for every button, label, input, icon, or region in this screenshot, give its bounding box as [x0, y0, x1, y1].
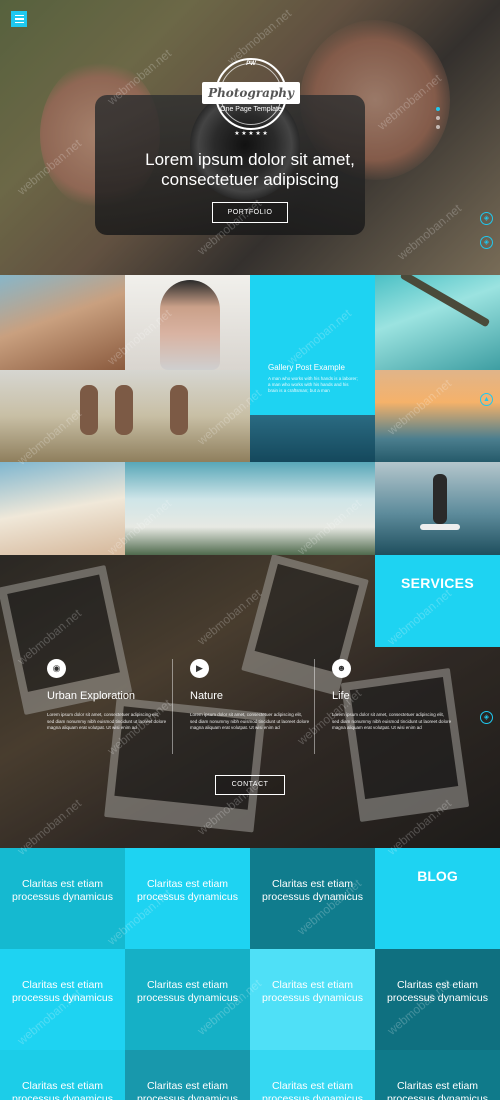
slider-dot[interactable]	[436, 125, 440, 129]
blog-tile[interactable]: Claritas est etiam processus dynamicus	[250, 949, 375, 1050]
blog-tile-text: Claritas est etiam processus dynamicus	[12, 1080, 113, 1100]
hero-headline: Lorem ipsum dolor sit amet, consectetuer…	[0, 150, 500, 190]
gallery-post-text: A man who works with his hands is a labo…	[268, 376, 358, 393]
gallery-photo-sunset[interactable]	[375, 370, 500, 462]
service-text: Lorem ipsum dolor sit amet, consectetuer…	[190, 712, 310, 730]
blog-tile[interactable]: Claritas est etiam processus dynamicus	[125, 848, 250, 949]
slider-dot[interactable]	[436, 107, 440, 111]
gallery-photo-sea-villas[interactable]	[375, 275, 500, 370]
blog-tile[interactable]: Claritas est etiam processus dynamicus	[0, 949, 125, 1050]
divider	[314, 659, 315, 754]
lock-icon[interactable]: ◈	[480, 212, 493, 225]
gallery-photo-surfer[interactable]	[375, 462, 500, 555]
lock-icon-2[interactable]: ◈	[480, 236, 493, 249]
gallery-photo-beach-jump[interactable]	[0, 370, 250, 462]
jumper-figure	[115, 385, 133, 435]
user-icon: ☻	[332, 659, 351, 678]
blog-tile[interactable]: Claritas est etiam processus dynamicus	[0, 1050, 125, 1100]
blog-tile-text: Claritas est etiam processus dynamicus	[387, 1080, 488, 1100]
blog-tile-text: Claritas est etiam processus dynamicus	[262, 878, 363, 903]
blog-tile-text: Claritas est etiam processus dynamicus	[387, 979, 488, 1004]
camera-icon: ◉	[47, 659, 66, 678]
services-section: SERVICES ◉ Urban Exploration Lorem ipsum…	[0, 555, 500, 848]
hero-headline-line1: Lorem ipsum dolor sit amet,	[145, 150, 355, 169]
blog-tile-text: Claritas est etiam processus dynamicus	[137, 979, 238, 1004]
portfolio-button[interactable]: PORTFOLIO	[212, 202, 288, 223]
hero-headline-line2: consectetuer adipiscing	[161, 170, 339, 189]
jumper-figure	[170, 385, 188, 435]
surfer-figure	[433, 474, 447, 524]
blog-section: Claritas est etiam processus dynamicus C…	[0, 848, 500, 1100]
arrow-icon[interactable]: ▲	[480, 393, 493, 406]
pier-shape	[399, 275, 491, 328]
service-item-life: ☻ Life Lorem ipsum dolor sit amet, conse…	[332, 659, 472, 732]
blog-title: BLOG	[375, 848, 500, 949]
site-logo[interactable]: PW Photography One Page Template ★ ★ ★ ★…	[202, 58, 300, 140]
service-title: Life	[332, 690, 350, 702]
logo-monogram: PW	[246, 61, 256, 67]
logo-title: Photography	[202, 82, 300, 104]
blog-tile-text: Claritas est etiam processus dynamicus	[137, 878, 238, 903]
board-shape	[420, 524, 460, 530]
blog-tile[interactable]: Claritas est etiam processus dynamicus	[375, 949, 500, 1050]
blog-tile-text: Claritas est etiam processus dynamicus	[262, 979, 363, 1004]
blog-tile-text: Claritas est etiam processus dynamicus	[12, 979, 113, 1004]
slider-dots[interactable]	[436, 107, 440, 129]
blog-tile-text: Claritas est etiam processus dynamicus	[137, 1080, 238, 1100]
slider-dot[interactable]	[436, 116, 440, 120]
logo-subtitle: One Page Template	[220, 106, 282, 113]
service-title: Nature	[190, 690, 224, 702]
hamburger-icon-bar	[14, 21, 24, 24]
logo-stars: ★ ★ ★ ★ ★	[234, 131, 268, 137]
gallery-photo-beach-girl[interactable]	[0, 462, 125, 555]
blog-tile[interactable]: Claritas est etiam processus dynamicus	[125, 949, 250, 1050]
gallery-photo-waves[interactable]	[125, 462, 375, 555]
girl-figure	[160, 280, 220, 370]
gallery-photo-girl[interactable]	[125, 275, 250, 370]
blog-tile[interactable]: Claritas est etiam processus dynamicus	[375, 1050, 500, 1100]
gallery-post-title: Gallery Post Example	[268, 363, 345, 372]
gallery-section: Gallery Post Example A man who works wit…	[0, 275, 500, 555]
jumper-figure	[80, 385, 98, 435]
gallery-photo-friends[interactable]	[0, 275, 125, 370]
blog-tile-text: Claritas est etiam processus dynamicus	[12, 878, 113, 903]
lock-icon-3[interactable]: ◈	[480, 711, 493, 724]
hamburger-icon	[14, 14, 24, 17]
divider	[172, 659, 173, 754]
gallery-photo-boat[interactable]	[250, 415, 375, 462]
services-title: SERVICES	[375, 555, 500, 647]
blog-tile[interactable]: Claritas est etiam processus dynamicus	[0, 848, 125, 949]
hamburger-icon-bar	[14, 18, 24, 20]
contact-button[interactable]: CONTACT	[215, 775, 285, 795]
gallery-post-card[interactable]: Gallery Post Example A man who works wit…	[250, 275, 375, 415]
service-text: Lorem ipsum dolor sit amet, consectetuer…	[332, 712, 452, 730]
blog-tile[interactable]: Claritas est etiam processus dynamicus	[125, 1050, 250, 1100]
menu-toggle-button[interactable]	[11, 11, 27, 27]
service-item-nature: ▶ Nature Lorem ipsum dolor sit amet, con…	[190, 659, 330, 732]
service-text: Lorem ipsum dolor sit amet, consectetuer…	[47, 712, 167, 730]
video-icon: ▶	[190, 659, 209, 678]
blog-tile-text: Claritas est etiam processus dynamicus	[262, 1080, 363, 1100]
blog-tile[interactable]: Claritas est etiam processus dynamicus	[250, 848, 375, 949]
blog-tile[interactable]: Claritas est etiam processus dynamicus	[250, 1050, 375, 1100]
hero-section: PW Photography One Page Template ★ ★ ★ ★…	[0, 0, 500, 275]
service-item-urban: ◉ Urban Exploration Lorem ipsum dolor si…	[47, 659, 187, 732]
service-title: Urban Exploration	[47, 690, 136, 702]
